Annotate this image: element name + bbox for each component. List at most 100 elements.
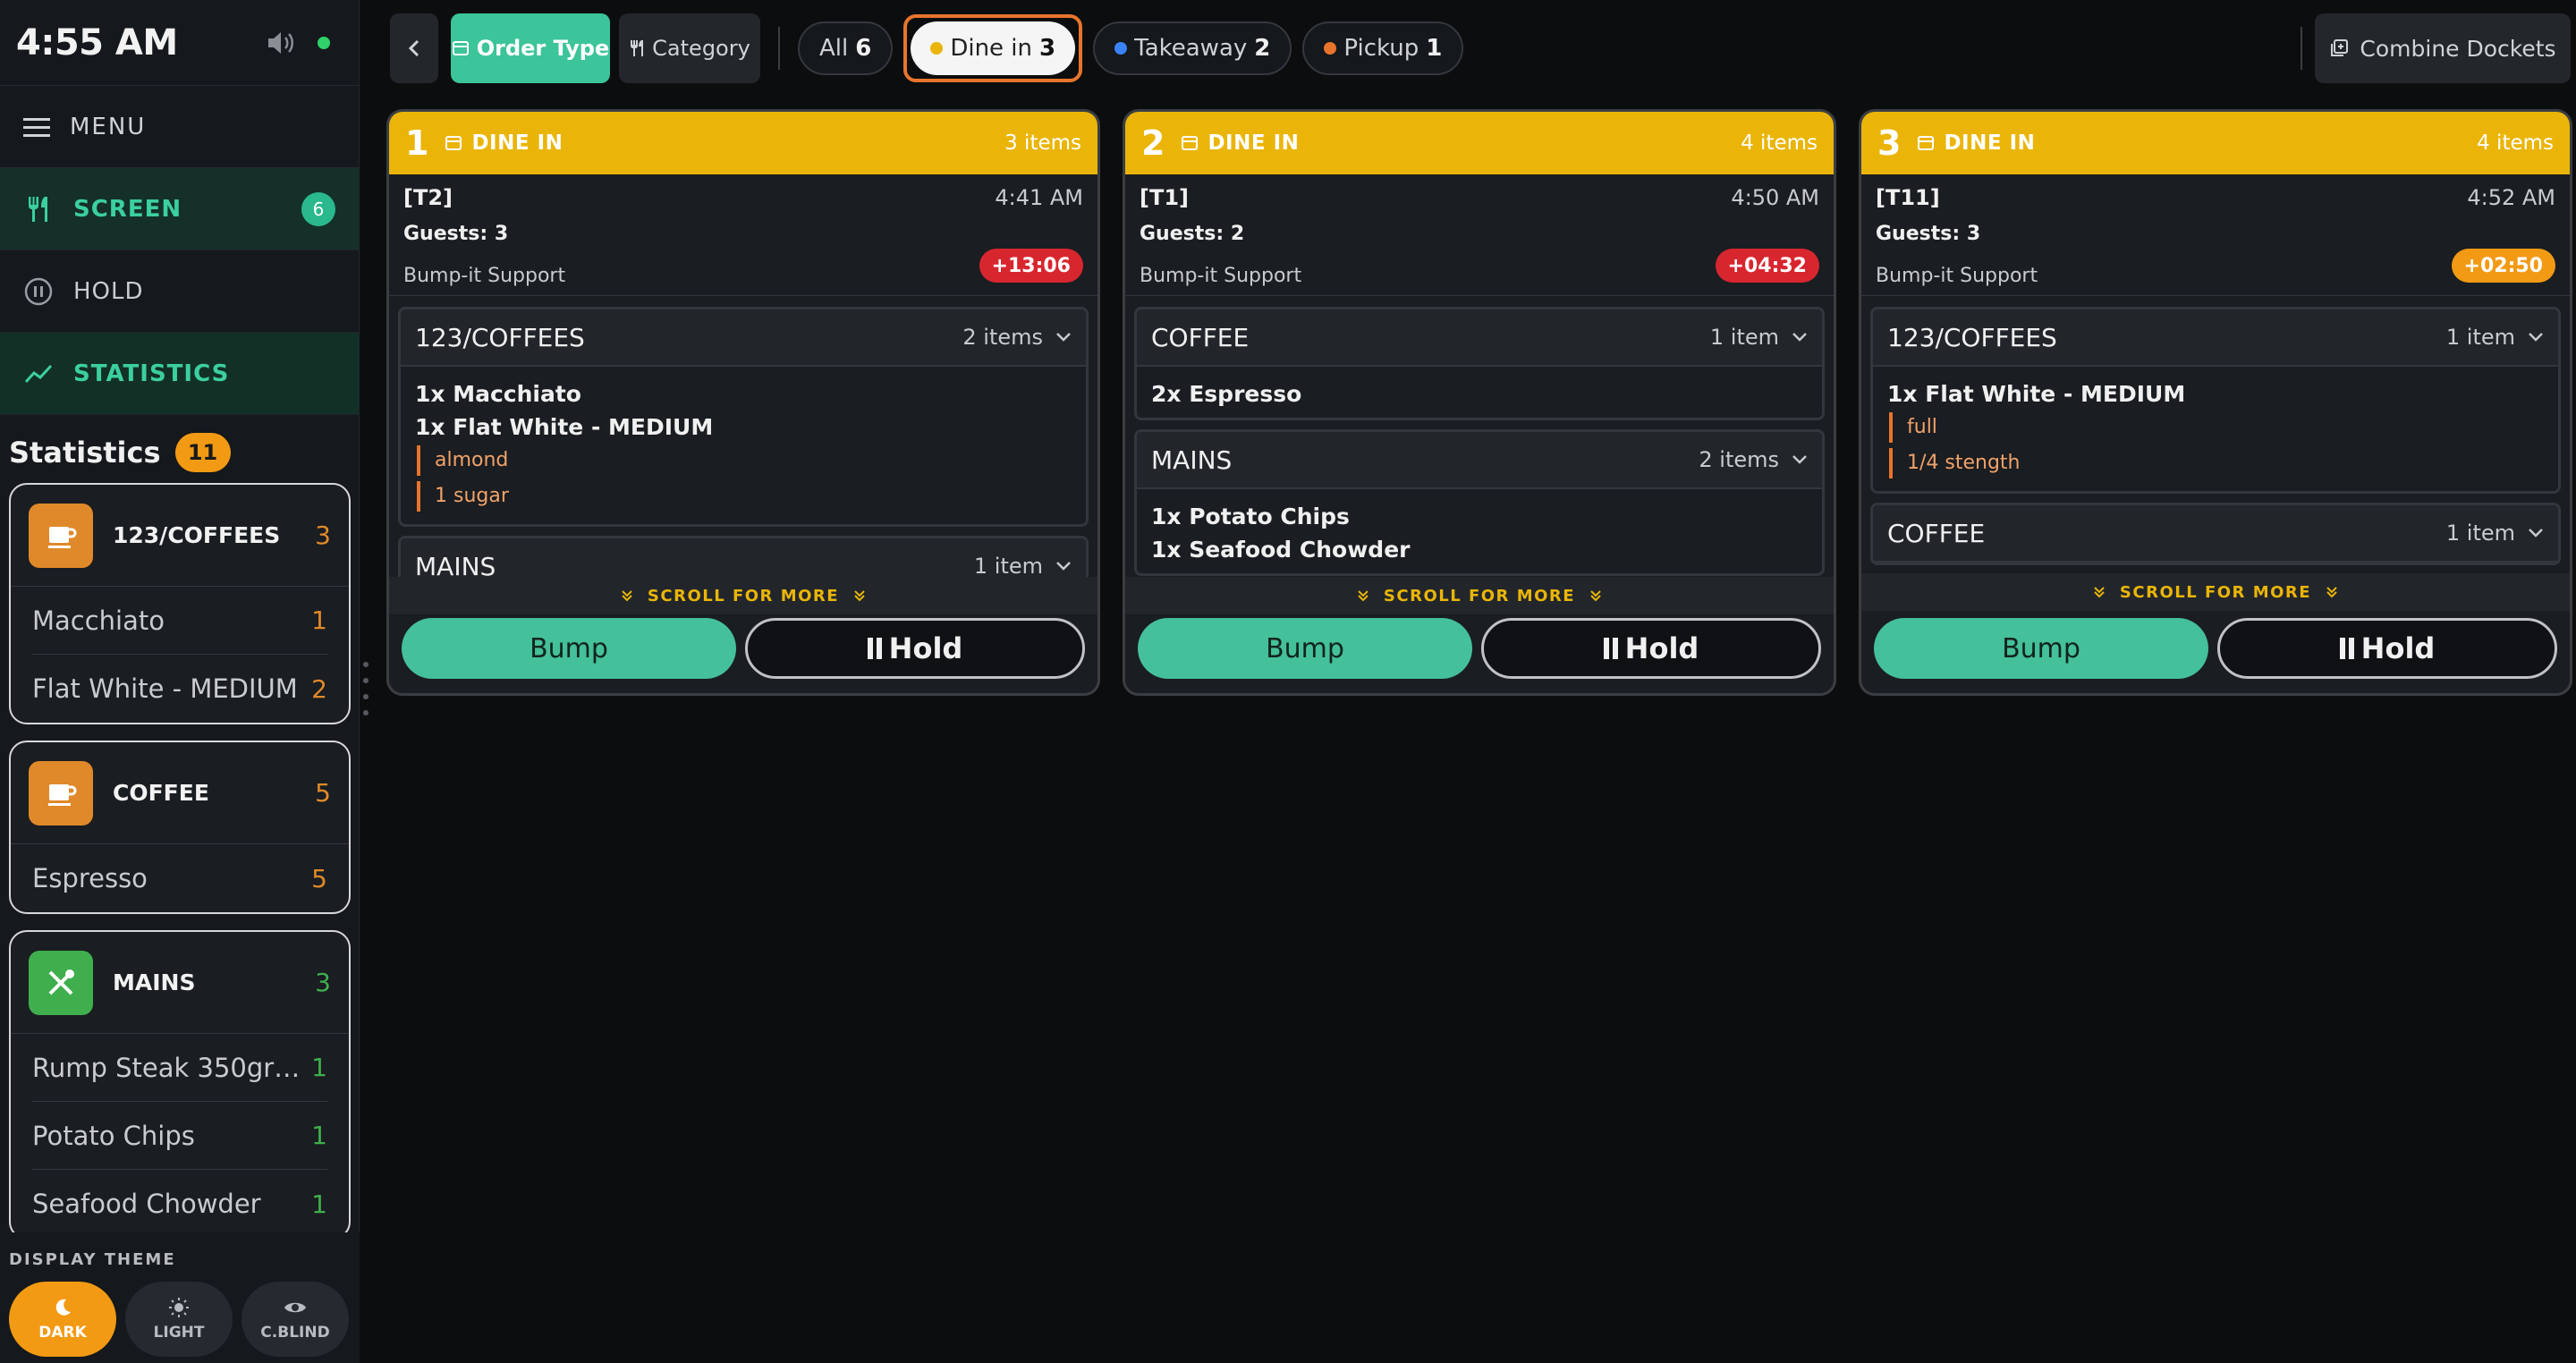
bump-button[interactable]: Bump [1874, 618, 2208, 679]
hold-label: Hold [2360, 631, 2436, 665]
docket-card[interactable]: 2 DINE IN 4 items [T1] 4:50 AM Guests: 2… [1123, 109, 1836, 696]
stat-card-123-coffees[interactable]: 123/COFFEES 3 Macchiato 1 Flat White - ME… [9, 483, 351, 724]
item-group-header[interactable]: COFFEE 1 item [1873, 505, 2558, 563]
docket-header: 2 DINE IN 4 items [1125, 112, 1834, 174]
nav-item-hold[interactable]: HOLD [0, 250, 359, 333]
order-type-button[interactable]: Order Type [451, 13, 610, 83]
stat-item: Flat White - MEDIUM 2 [32, 655, 327, 723]
docket-card[interactable]: 3 DINE IN 4 items [T11] 4:52 AM Guests: … [1859, 109, 2572, 696]
bump-button[interactable]: Bump [402, 618, 736, 679]
stat-item: Potato Chips 1 [32, 1102, 327, 1170]
stat-card-coffee[interactable]: COFFEE 5 Espresso 5 [9, 741, 351, 914]
menu-label: MENU [70, 113, 147, 140]
filter-all-count: 6 [855, 35, 872, 62]
guests-label: Guests: [1876, 223, 1961, 245]
statistics-list[interactable]: 123/COFFEES 3 Macchiato 1 Flat White - ME… [0, 483, 360, 1232]
filter-takeaway[interactable]: Takeaway 2 [1093, 21, 1292, 75]
stat-item: Macchiato 1 [32, 587, 327, 655]
scroll-for-more-indicator[interactable]: SCROLL FOR MORE [389, 577, 1097, 614]
docket-timer-badge: +13:06 [979, 249, 1083, 283]
filter-pickup-label: Pickup [1343, 35, 1419, 62]
hold-button[interactable]: Hold [2217, 618, 2557, 679]
stat-item: Espresso 5 [32, 844, 327, 912]
guests-value: 3 [1966, 223, 1981, 245]
filter-all[interactable]: All 6 [798, 21, 894, 75]
top-toolbar: Order Type Category All 6 Dine in 3 Takeaw… [376, 0, 2576, 97]
docket-card[interactable]: 1 DINE IN 3 items [T2] 4:41 AM Guests: 3… [386, 109, 1100, 696]
stat-card-mains[interactable]: MAINS 3 Rump Steak 350gr -... 1 Potato Ch… [9, 930, 351, 1232]
order-item: 1x Macchiato [415, 381, 581, 407]
nav-item-screen[interactable]: SCREEN 6 [0, 168, 359, 250]
item-group: COFFEE 1 item 2x Espresso [1134, 307, 1825, 420]
bump-button[interactable]: Bump [1138, 618, 1472, 679]
speaker-icon[interactable] [266, 30, 296, 56]
combine-dockets-button[interactable]: Combine Dockets [2315, 13, 2571, 83]
stat-category-name: MAINS [113, 969, 196, 995]
item-group-name: COFFEE [1887, 518, 1986, 548]
item-group-count: 1 item [2445, 521, 2515, 546]
theme-dark-button[interactable]: DARK [9, 1282, 116, 1357]
docket-type-label: DINE IN [471, 131, 564, 155]
filter-dine-in[interactable]: Dine in 3 [911, 21, 1076, 75]
stat-item-name: Flat White - MEDIUM [32, 673, 298, 704]
menu-button[interactable]: MENU [0, 86, 359, 168]
stat-category-count: 3 [315, 521, 331, 550]
stat-item: Rump Steak 350gr -... 1 [32, 1034, 327, 1102]
filter-takeaway-count: 2 [1254, 35, 1271, 62]
stat-category-name: COFFEE [113, 780, 209, 806]
trend-chart-icon [24, 364, 53, 383]
item-group-count: 1 item [1709, 325, 1779, 350]
item-group: 123/COFFEES 2 items 1x Macchiato 1x Flat… [398, 307, 1089, 527]
docket-type: DINE IN [445, 131, 1004, 155]
docket-number: 2 [1141, 123, 1165, 163]
item-group-header[interactable]: 123/COFFEES 1 item [1873, 309, 2558, 367]
toolbar-divider [2301, 27, 2302, 70]
hold-button[interactable]: Hold [1481, 618, 1821, 679]
theme-light-button[interactable]: LIGHT [125, 1282, 233, 1357]
order-item: 1x Flat White - MEDIUM [1887, 381, 2186, 407]
pause-circle-icon [24, 277, 53, 305]
stat-category-count: 3 [315, 968, 331, 997]
hold-button[interactable]: Hold [745, 618, 1085, 679]
category-label: Category [652, 36, 750, 61]
filter-pickup[interactable]: Pickup 1 [1302, 21, 1464, 75]
category-button[interactable]: Category [619, 13, 760, 83]
hold-label: Hold [1624, 631, 1699, 665]
stat-item-name: Espresso [32, 863, 148, 893]
statistics-title: Statistics [9, 436, 161, 470]
docket-header: 3 DINE IN 4 items [1861, 112, 2570, 174]
pause-icon [867, 638, 882, 659]
chevron-down-icon [1056, 333, 1071, 342]
stat-item-name: Potato Chips [32, 1120, 195, 1151]
statistics-header: Statistics 11 [0, 415, 359, 479]
theme-dark-label: DARK [38, 1324, 87, 1342]
nav-item-statistics[interactable]: STATISTICS [0, 333, 359, 415]
stat-item-name: Rump Steak 350gr -... [32, 1052, 307, 1083]
theme-colorblind-button[interactable]: C.BLIND [242, 1282, 349, 1357]
item-group-header[interactable]: MAINS 2 items [1137, 432, 1822, 489]
hold-label: Hold [888, 631, 963, 665]
stat-item-name: Macchiato [32, 605, 165, 636]
docket-time: 4:52 AM [2467, 185, 2555, 210]
toolbar-divider [778, 27, 780, 70]
filter-dine-in-selected[interactable]: Dine in 3 [903, 14, 1083, 82]
item-modifier: 1 sugar [417, 481, 1072, 512]
docket-guests: Guests: 3 [1876, 223, 2555, 245]
item-group-header[interactable]: 123/COFFEES 2 items [401, 309, 1086, 367]
stat-item-count: 1 [311, 1053, 327, 1082]
order-type-label: Order Type [476, 36, 610, 61]
double-chevron-down-icon [854, 590, 865, 602]
order-item: 1x Potato Chips [1151, 504, 1350, 529]
order-item: 2x Espresso [1151, 381, 1302, 407]
back-button[interactable] [390, 13, 438, 83]
dine-in-dot [930, 42, 944, 55]
item-group-header[interactable]: COFFEE 1 item [1137, 309, 1822, 367]
guests-label: Guests: [1140, 223, 1224, 245]
docket-timer-badge: +04:32 [1715, 249, 1819, 283]
theme-colorblind-label: C.BLIND [260, 1324, 330, 1342]
moon-icon [55, 1299, 71, 1316]
scroll-for-more-indicator[interactable]: SCROLL FOR MORE [1125, 577, 1834, 614]
sidebar-resize-handle[interactable] [363, 662, 369, 715]
sidebar: 4:55 AM MENU SCREEN 6 HOLD STATISTICS St… [0, 0, 360, 1363]
scroll-for-more-indicator[interactable]: SCROLL FOR MORE [1861, 573, 2570, 611]
